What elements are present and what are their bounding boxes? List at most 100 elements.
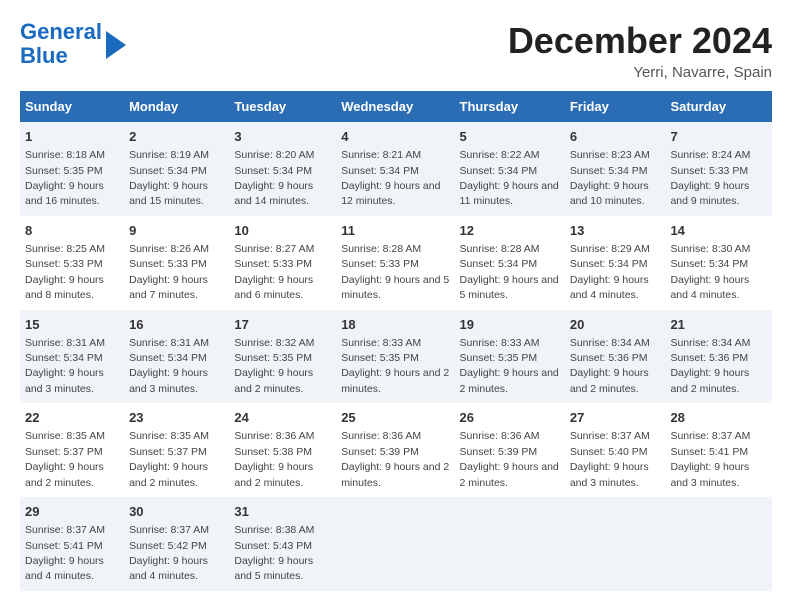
week-row-1: 1 Sunrise: 8:18 AMSunset: 5:35 PMDayligh… — [20, 122, 772, 216]
day-number: 16 — [129, 316, 224, 334]
col-saturday: Saturday — [665, 91, 772, 122]
cell-info: Sunrise: 8:36 AMSunset: 5:38 PMDaylight:… — [234, 430, 314, 488]
calendar-cell: 5 Sunrise: 8:22 AMSunset: 5:34 PMDayligh… — [455, 122, 565, 216]
calendar-cell: 29 Sunrise: 8:37 AMSunset: 5:41 PMDaylig… — [20, 497, 124, 591]
col-wednesday: Wednesday — [336, 91, 454, 122]
day-number: 10 — [234, 222, 331, 240]
calendar-cell: 3 Sunrise: 8:20 AMSunset: 5:34 PMDayligh… — [229, 122, 336, 216]
cell-info: Sunrise: 8:37 AMSunset: 5:40 PMDaylight:… — [570, 430, 650, 488]
calendar-cell: 18 Sunrise: 8:33 AMSunset: 5:35 PMDaylig… — [336, 310, 454, 404]
col-monday: Monday — [124, 91, 229, 122]
calendar-table: Sunday Monday Tuesday Wednesday Thursday… — [20, 91, 772, 591]
day-number: 25 — [341, 409, 449, 427]
day-number: 15 — [25, 316, 119, 334]
day-number: 11 — [341, 222, 449, 240]
day-number: 12 — [460, 222, 560, 240]
calendar-cell: 14 Sunrise: 8:30 AMSunset: 5:34 PMDaylig… — [665, 216, 772, 310]
calendar-cell: 22 Sunrise: 8:35 AMSunset: 5:37 PMDaylig… — [20, 403, 124, 497]
day-number: 6 — [570, 128, 661, 146]
day-number: 28 — [670, 409, 767, 427]
calendar-cell: 25 Sunrise: 8:36 AMSunset: 5:39 PMDaylig… — [336, 403, 454, 497]
logo-arrow-icon — [106, 31, 126, 59]
day-number: 30 — [129, 503, 224, 521]
calendar-cell: 31 Sunrise: 8:38 AMSunset: 5:43 PMDaylig… — [229, 497, 336, 591]
day-number: 19 — [460, 316, 560, 334]
day-number: 9 — [129, 222, 224, 240]
cell-info: Sunrise: 8:24 AMSunset: 5:33 PMDaylight:… — [670, 149, 750, 207]
cell-info: Sunrise: 8:27 AMSunset: 5:33 PMDaylight:… — [234, 243, 314, 301]
day-number: 7 — [670, 128, 767, 146]
cell-info: Sunrise: 8:20 AMSunset: 5:34 PMDaylight:… — [234, 149, 314, 207]
day-number: 31 — [234, 503, 331, 521]
calendar-header: Sunday Monday Tuesday Wednesday Thursday… — [20, 91, 772, 122]
calendar-cell: 19 Sunrise: 8:33 AMSunset: 5:35 PMDaylig… — [455, 310, 565, 404]
logo-blue: Blue — [20, 43, 68, 68]
day-number: 8 — [25, 222, 119, 240]
page-header: General Blue December 2024 Yerri, Navarr… — [20, 20, 772, 81]
cell-info: Sunrise: 8:32 AMSunset: 5:35 PMDaylight:… — [234, 337, 314, 395]
day-number: 3 — [234, 128, 331, 146]
calendar-cell — [665, 497, 772, 591]
calendar-cell: 27 Sunrise: 8:37 AMSunset: 5:40 PMDaylig… — [565, 403, 666, 497]
calendar-cell — [565, 497, 666, 591]
col-tuesday: Tuesday — [229, 91, 336, 122]
cell-info: Sunrise: 8:34 AMSunset: 5:36 PMDaylight:… — [670, 337, 750, 395]
cell-info: Sunrise: 8:37 AMSunset: 5:41 PMDaylight:… — [25, 524, 105, 582]
col-sunday: Sunday — [20, 91, 124, 122]
day-number: 23 — [129, 409, 224, 427]
day-number: 18 — [341, 316, 449, 334]
cell-info: Sunrise: 8:36 AMSunset: 5:39 PMDaylight:… — [460, 430, 559, 488]
calendar-cell: 15 Sunrise: 8:31 AMSunset: 5:34 PMDaylig… — [20, 310, 124, 404]
cell-info: Sunrise: 8:37 AMSunset: 5:41 PMDaylight:… — [670, 430, 750, 488]
calendar-cell: 13 Sunrise: 8:29 AMSunset: 5:34 PMDaylig… — [565, 216, 666, 310]
day-number: 27 — [570, 409, 661, 427]
cell-info: Sunrise: 8:38 AMSunset: 5:43 PMDaylight:… — [234, 524, 314, 582]
cell-info: Sunrise: 8:22 AMSunset: 5:34 PMDaylight:… — [460, 149, 559, 207]
cell-info: Sunrise: 8:23 AMSunset: 5:34 PMDaylight:… — [570, 149, 650, 207]
calendar-cell: 9 Sunrise: 8:26 AMSunset: 5:33 PMDayligh… — [124, 216, 229, 310]
cell-info: Sunrise: 8:28 AMSunset: 5:33 PMDaylight:… — [341, 243, 449, 301]
cell-info: Sunrise: 8:37 AMSunset: 5:42 PMDaylight:… — [129, 524, 209, 582]
day-number: 26 — [460, 409, 560, 427]
title-block: December 2024 Yerri, Navarre, Spain — [508, 20, 772, 81]
week-row-5: 29 Sunrise: 8:37 AMSunset: 5:41 PMDaylig… — [20, 497, 772, 591]
cell-info: Sunrise: 8:33 AMSunset: 5:35 PMDaylight:… — [460, 337, 559, 395]
header-row: Sunday Monday Tuesday Wednesday Thursday… — [20, 91, 772, 122]
day-number: 4 — [341, 128, 449, 146]
calendar-body: 1 Sunrise: 8:18 AMSunset: 5:35 PMDayligh… — [20, 122, 772, 591]
cell-info: Sunrise: 8:35 AMSunset: 5:37 PMDaylight:… — [129, 430, 209, 488]
day-number: 22 — [25, 409, 119, 427]
calendar-cell: 30 Sunrise: 8:37 AMSunset: 5:42 PMDaylig… — [124, 497, 229, 591]
col-thursday: Thursday — [455, 91, 565, 122]
day-number: 17 — [234, 316, 331, 334]
cell-info: Sunrise: 8:29 AMSunset: 5:34 PMDaylight:… — [570, 243, 650, 301]
cell-info: Sunrise: 8:30 AMSunset: 5:34 PMDaylight:… — [670, 243, 750, 301]
month-title: December 2024 — [508, 20, 772, 62]
week-row-2: 8 Sunrise: 8:25 AMSunset: 5:33 PMDayligh… — [20, 216, 772, 310]
calendar-cell: 8 Sunrise: 8:25 AMSunset: 5:33 PMDayligh… — [20, 216, 124, 310]
calendar-cell: 4 Sunrise: 8:21 AMSunset: 5:34 PMDayligh… — [336, 122, 454, 216]
logo-general: General — [20, 19, 102, 44]
calendar-cell: 7 Sunrise: 8:24 AMSunset: 5:33 PMDayligh… — [665, 122, 772, 216]
cell-info: Sunrise: 8:33 AMSunset: 5:35 PMDaylight:… — [341, 337, 449, 395]
logo: General Blue — [20, 20, 126, 68]
day-number: 2 — [129, 128, 224, 146]
cell-info: Sunrise: 8:28 AMSunset: 5:34 PMDaylight:… — [460, 243, 559, 301]
cell-info: Sunrise: 8:26 AMSunset: 5:33 PMDaylight:… — [129, 243, 209, 301]
calendar-cell: 17 Sunrise: 8:32 AMSunset: 5:35 PMDaylig… — [229, 310, 336, 404]
week-row-3: 15 Sunrise: 8:31 AMSunset: 5:34 PMDaylig… — [20, 310, 772, 404]
col-friday: Friday — [565, 91, 666, 122]
calendar-cell: 26 Sunrise: 8:36 AMSunset: 5:39 PMDaylig… — [455, 403, 565, 497]
day-number: 21 — [670, 316, 767, 334]
calendar-cell: 23 Sunrise: 8:35 AMSunset: 5:37 PMDaylig… — [124, 403, 229, 497]
calendar-cell: 20 Sunrise: 8:34 AMSunset: 5:36 PMDaylig… — [565, 310, 666, 404]
cell-info: Sunrise: 8:34 AMSunset: 5:36 PMDaylight:… — [570, 337, 650, 395]
day-number: 20 — [570, 316, 661, 334]
calendar-cell: 6 Sunrise: 8:23 AMSunset: 5:34 PMDayligh… — [565, 122, 666, 216]
calendar-cell — [455, 497, 565, 591]
cell-info: Sunrise: 8:19 AMSunset: 5:34 PMDaylight:… — [129, 149, 209, 207]
week-row-4: 22 Sunrise: 8:35 AMSunset: 5:37 PMDaylig… — [20, 403, 772, 497]
day-number: 1 — [25, 128, 119, 146]
cell-info: Sunrise: 8:21 AMSunset: 5:34 PMDaylight:… — [341, 149, 440, 207]
calendar-cell: 11 Sunrise: 8:28 AMSunset: 5:33 PMDaylig… — [336, 216, 454, 310]
